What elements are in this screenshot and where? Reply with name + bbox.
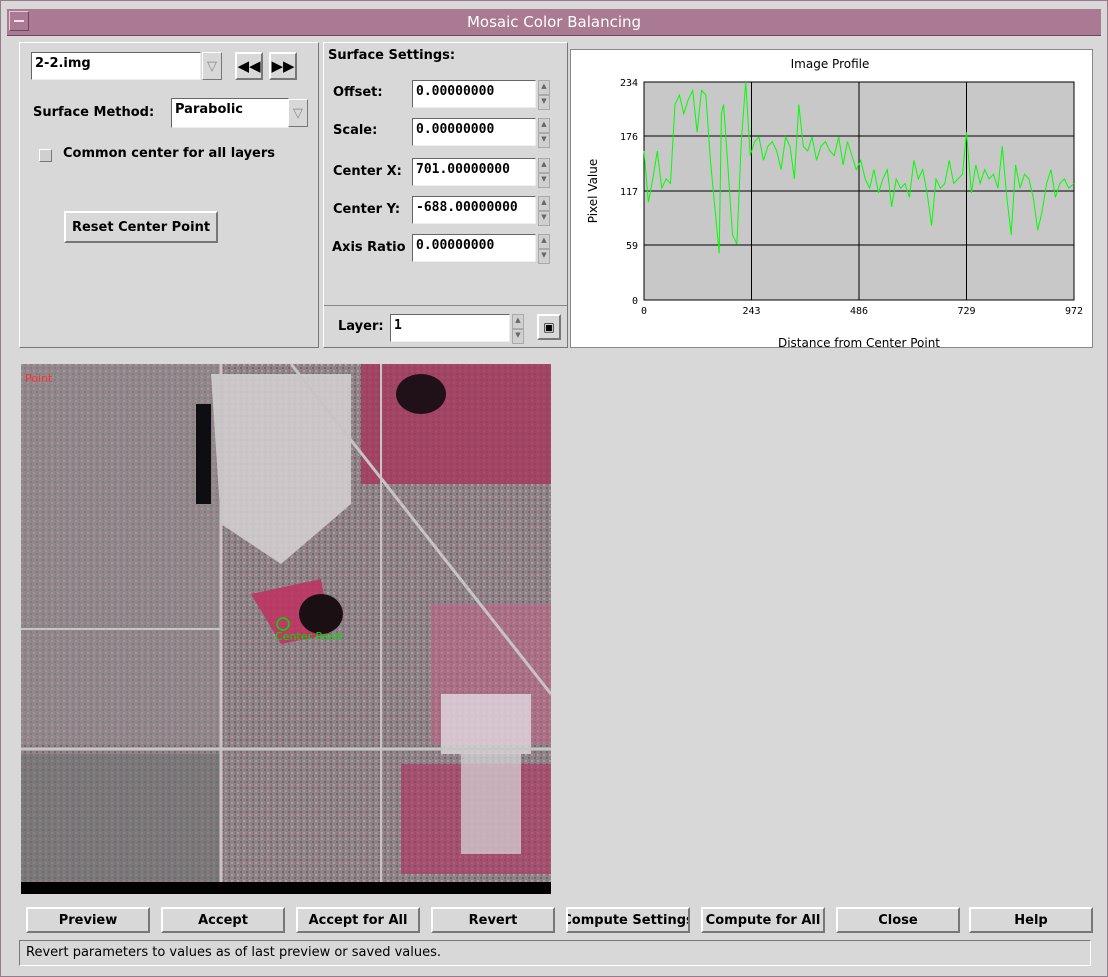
common-center-label: Common center for all layers — [63, 146, 276, 161]
compute-for-all-button[interactable]: Compute for All — [701, 907, 825, 933]
file-panel: 2-2.img ▽ ◀◀ ▶▶ Surface Method: Paraboli… — [19, 42, 319, 348]
surface-method-select[interactable]: Parabolic — [171, 98, 289, 128]
axis-ratio-spinner[interactable]: ▲ ▼ — [538, 234, 550, 264]
center-y-label: Center Y: — [333, 202, 401, 217]
x-axis-label: Distance from Center Point — [778, 336, 940, 347]
x-tick-label: 972 — [1065, 306, 1083, 317]
save-icon[interactable]: ▣ — [537, 314, 561, 340]
y-axis-label: Pixel Value — [586, 159, 600, 224]
layer-label: Layer: — [338, 319, 384, 334]
status-bar: Revert parameters to values as of last p… — [19, 940, 1091, 966]
axis-ratio-label: Axis Ratio — [332, 240, 406, 255]
center-x-label: Center X: — [333, 164, 402, 179]
surface-method-label: Surface Method: — [33, 105, 155, 120]
file-select[interactable]: 2-2.img — [31, 52, 201, 80]
chart-title: Image Profile — [791, 57, 870, 71]
close-button[interactable]: Close — [836, 907, 960, 933]
y-tick-label: 59 — [626, 241, 638, 252]
axis-ratio-input[interactable]: 0.00000000 — [412, 234, 536, 262]
image-view[interactable]: Center Point Point — [21, 364, 551, 894]
y-tick-label: 234 — [620, 78, 638, 89]
compute-settings-button[interactable]: Compute Settings — [566, 907, 690, 933]
previous-file-icon[interactable]: ◀◀ — [235, 52, 263, 80]
reset-center-point-button[interactable]: Reset Center Point — [64, 211, 218, 243]
preview-button[interactable]: Preview — [26, 907, 150, 933]
surface-settings-panel: Surface Settings: Offset: 0.00000000 ▲ ▼ … — [323, 42, 568, 348]
layer-spinner[interactable]: ▲ ▼ — [512, 314, 524, 344]
center-y-spinner[interactable]: ▲ ▼ — [538, 196, 550, 226]
layer-input[interactable]: 1 — [390, 314, 510, 342]
accept-for-all-button[interactable]: Accept for All — [296, 907, 420, 933]
center-point-label: Center Point — [275, 630, 344, 643]
accept-button[interactable]: Accept — [161, 907, 285, 933]
surface-method-dropdown-arrow-icon[interactable]: ▽ — [288, 99, 308, 127]
center-x-input[interactable]: 701.00000000 — [412, 158, 536, 186]
scale-spinner[interactable]: ▲ ▼ — [538, 118, 550, 148]
mosaic-color-balancing-window: Mosaic Color Balancing 2-2.img ▽ ◀◀ ▶▶ S… — [0, 0, 1108, 977]
scale-label: Scale: — [333, 123, 378, 138]
corner-point-label: Point — [25, 372, 53, 385]
common-center-checkbox[interactable] — [39, 149, 52, 162]
x-tick-label: 0 — [641, 306, 647, 317]
next-file-icon[interactable]: ▶▶ — [269, 52, 297, 80]
divider — [324, 305, 567, 306]
y-tick-label: 0 — [632, 296, 638, 307]
center-y-input[interactable]: -688.00000000 — [412, 196, 536, 224]
offset-input[interactable]: 0.00000000 — [412, 80, 536, 108]
y-tick-label: 117 — [620, 187, 638, 198]
surface-settings-title: Surface Settings: — [328, 48, 456, 63]
help-button[interactable]: Help — [969, 907, 1093, 933]
x-tick-label: 486 — [850, 306, 868, 317]
chart-svg: Image Profile 0 59 117 176 234 0 243 486 729 972… — [586, 57, 1083, 347]
image-profile-chart: Image Profile 0 59 117 176 234 0 243 486 729 972… — [570, 49, 1093, 348]
y-tick-label: 176 — [620, 132, 638, 143]
x-tick-label: 729 — [957, 306, 975, 317]
title-bar: Mosaic Color Balancing — [7, 9, 1101, 36]
window-title: Mosaic Color Balancing — [466, 13, 642, 31]
x-tick-label: 243 — [742, 306, 760, 317]
offset-spinner[interactable]: ▲ ▼ — [538, 80, 550, 110]
offset-label: Offset: — [333, 85, 383, 100]
center-x-spinner[interactable]: ▲ ▼ — [538, 158, 550, 188]
revert-button[interactable]: Revert — [431, 907, 555, 933]
aerial-image: Center Point Point — [21, 364, 551, 894]
scale-input[interactable]: 0.00000000 — [412, 118, 536, 146]
file-dropdown-arrow-icon[interactable]: ▽ — [202, 52, 222, 80]
